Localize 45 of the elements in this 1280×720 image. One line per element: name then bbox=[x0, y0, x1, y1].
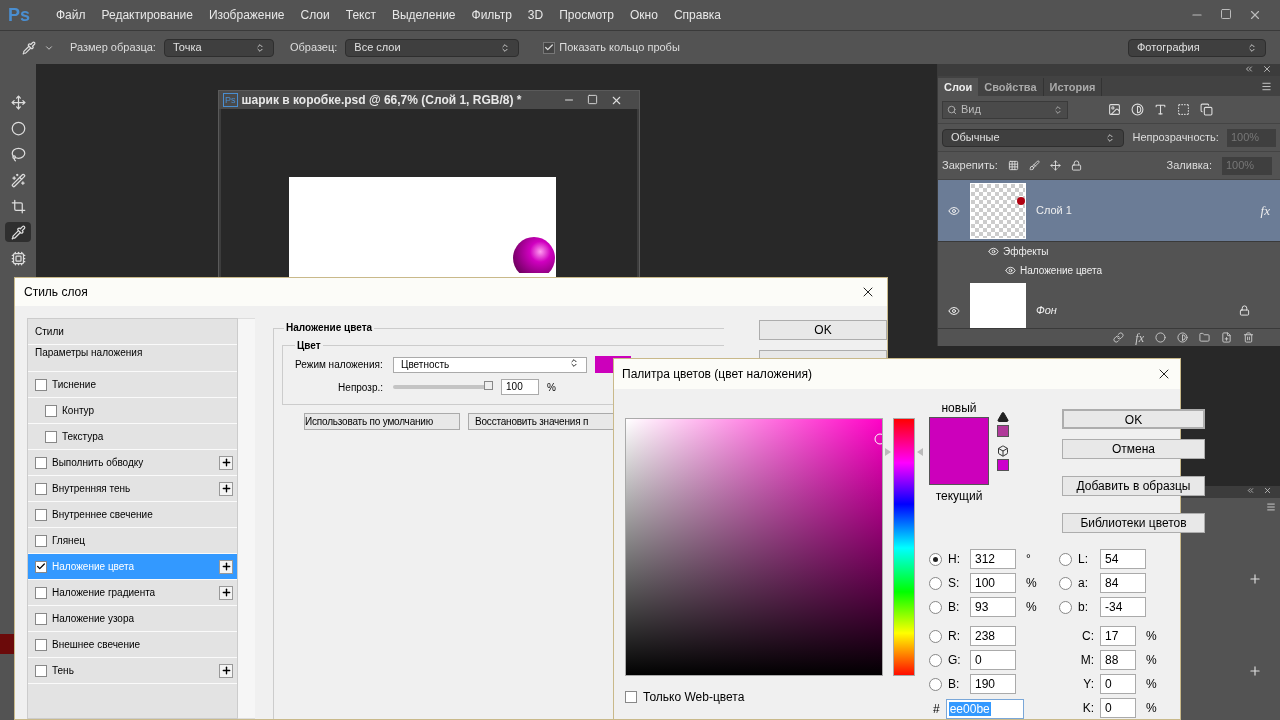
field-label: B: bbox=[948, 599, 961, 616]
field-label: S: bbox=[948, 575, 961, 592]
app-logo: Ps bbox=[8, 3, 32, 27]
field-label: G: bbox=[948, 652, 962, 669]
field-label: K: bbox=[1081, 700, 1094, 717]
field-label: C: bbox=[1081, 628, 1094, 645]
unit-label: % bbox=[1146, 652, 1157, 669]
field-label: H: bbox=[948, 551, 961, 568]
effect-name: Наложение цвета bbox=[1020, 264, 1103, 278]
field-label: L: bbox=[1078, 551, 1089, 568]
blend-mode-label: Режим наложения: bbox=[295, 358, 384, 372]
field-label: B: bbox=[948, 676, 961, 693]
dialog-title: Стиль слоя bbox=[24, 284, 88, 301]
effects-label: fx bbox=[1260, 201, 1270, 220]
unit-label: % bbox=[1146, 628, 1157, 645]
opacity-label: Непрозр.: bbox=[337, 380, 384, 395]
field-label: R: bbox=[948, 628, 961, 645]
document-badge: Ps bbox=[223, 93, 238, 107]
percent-label: % bbox=[547, 380, 556, 395]
unit-label: % bbox=[1146, 700, 1157, 717]
unit-label: ° bbox=[1026, 551, 1031, 568]
unit-label: % bbox=[1146, 676, 1157, 693]
lock-label: Закрепить: bbox=[942, 158, 998, 174]
show-ring-label: Показать кольцо пробы bbox=[559, 40, 680, 56]
effect-name: Эффекты bbox=[1003, 245, 1049, 259]
current-label: текущий bbox=[935, 488, 983, 505]
section-title: Наложение цвета bbox=[284, 320, 375, 335]
opacity-label: Непрозрачность: bbox=[1132, 130, 1219, 146]
hex-label: # bbox=[933, 701, 940, 718]
dialog-title: Палитра цветов (цвет наложения) bbox=[622, 366, 813, 383]
layer-name: Слой 1 bbox=[1036, 203, 1073, 219]
unit-label: % bbox=[1026, 599, 1037, 616]
new-label: новый bbox=[941, 400, 977, 417]
field-label: M: bbox=[1079, 652, 1094, 669]
field-label: b: bbox=[1078, 599, 1089, 616]
sample-size-label: Размер образца: bbox=[70, 40, 156, 56]
document-title: шарик в коробке.psd @ 66,7% (Слой 1, RGB/8) * bbox=[241, 92, 522, 109]
fill-label: Заливка: bbox=[1166, 158, 1212, 174]
sample-label: Образец: bbox=[289, 40, 338, 56]
web-only-label: Только Web-цвета bbox=[643, 689, 745, 706]
field-label: Y: bbox=[1082, 676, 1094, 693]
layer-name: Фон bbox=[1036, 303, 1058, 319]
field-label: a: bbox=[1078, 575, 1089, 592]
group-title: Цвет bbox=[295, 338, 323, 353]
unit-label: % bbox=[1026, 575, 1037, 592]
